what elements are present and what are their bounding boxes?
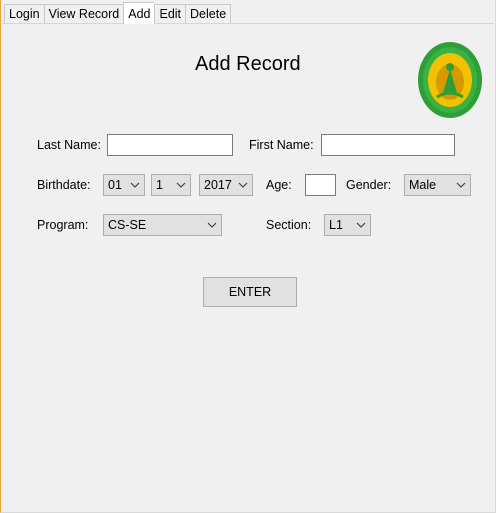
- chevron-down-icon: [126, 175, 144, 195]
- last-name-input[interactable]: [107, 134, 233, 156]
- gender-label: Gender:: [346, 178, 392, 192]
- chevron-down-icon: [234, 175, 252, 195]
- birth-year-value: 2017: [204, 178, 232, 192]
- birth-month-value: 01: [108, 178, 122, 192]
- birthdate-label: Birthdate:: [37, 178, 91, 192]
- chevron-down-icon: [203, 215, 221, 235]
- university-seal-icon: [418, 42, 482, 118]
- first-name-label: First Name:: [249, 138, 314, 152]
- tab-login[interactable]: Login: [4, 4, 44, 24]
- birth-day-select[interactable]: 1: [151, 174, 191, 196]
- gender-value: Male: [409, 178, 437, 192]
- age-label: Age:: [266, 178, 292, 192]
- section-label: Section:: [266, 218, 312, 232]
- tab-edit[interactable]: Edit: [154, 4, 186, 24]
- app-window: Login View Record Add Edit Delete Add Re…: [0, 0, 496, 513]
- chevron-down-icon: [172, 175, 190, 195]
- chevron-down-icon: [352, 215, 370, 235]
- birth-month-select[interactable]: 01: [103, 174, 145, 196]
- age-input[interactable]: [305, 174, 336, 196]
- program-select[interactable]: CS-SE: [103, 214, 222, 236]
- enter-button[interactable]: ENTER: [203, 277, 297, 307]
- tab-delete[interactable]: Delete: [185, 4, 232, 24]
- tab-add[interactable]: Add: [123, 2, 155, 24]
- page-title: Add Record: [195, 53, 301, 75]
- section-select[interactable]: L1: [324, 214, 371, 236]
- birth-year-select[interactable]: 2017: [199, 174, 253, 196]
- gender-select[interactable]: Male: [404, 174, 471, 196]
- tab-view-record[interactable]: View Record: [43, 4, 124, 24]
- program-label: Program:: [37, 218, 89, 232]
- first-name-input[interactable]: [321, 134, 455, 156]
- section-value: L1: [329, 218, 343, 232]
- last-name-label: Last Name:: [37, 138, 101, 152]
- tab-bar: Login View Record Add Edit Delete: [4, 2, 232, 24]
- birth-day-value: 1: [156, 178, 163, 192]
- program-value: CS-SE: [108, 218, 147, 232]
- chevron-down-icon: [452, 175, 470, 195]
